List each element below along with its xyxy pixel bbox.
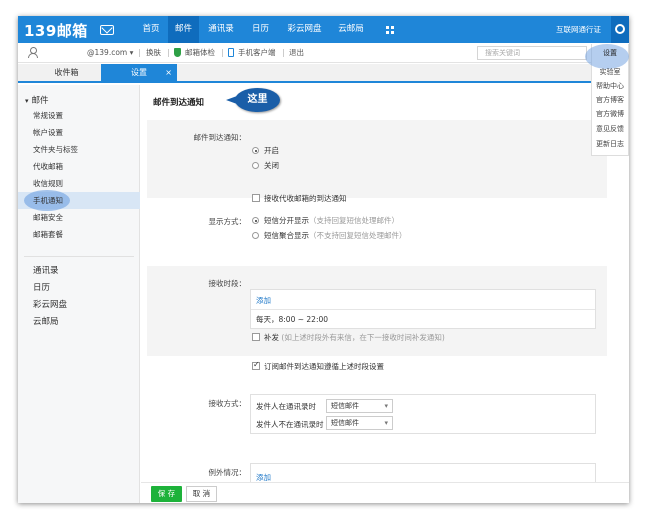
mail-icon[interactable] (100, 25, 114, 35)
arrival-on-label: 开启 (264, 146, 279, 155)
phone-icon (228, 48, 234, 57)
sidebar-item-security[interactable]: 邮箱安全 (33, 212, 63, 223)
divider (283, 49, 284, 57)
passport-link[interactable]: 互联网通行证 (556, 16, 601, 43)
period-value[interactable]: 每天，8:00 ~ 22:00 (256, 314, 328, 325)
nav-tab-mail[interactable]: 邮件 (168, 16, 199, 43)
divider (251, 309, 595, 310)
menu-item-settings[interactable]: 设置 (591, 48, 629, 58)
sidebar-app-calendar[interactable]: 日历 (33, 281, 50, 293)
subscribe-label: 订阅邮件到达通知遵循上述时段设置 (264, 362, 384, 371)
receive-collected-checkbox[interactable] (252, 194, 260, 202)
resend-label: 补发 (如上述时段外有来信，在下一接收时间补发通知) (264, 333, 445, 342)
arrival-off-radio[interactable] (252, 162, 259, 169)
arrival-off-label: 关闭 (264, 161, 279, 170)
logout-link[interactable]: 退出 (289, 43, 304, 63)
tab-bar: 收件箱 设置 × (18, 64, 629, 83)
page-title: 邮件到达通知 (153, 98, 205, 108)
sidebar-item-account[interactable]: 帐户设置 (33, 127, 63, 138)
method-row1-select[interactable]: 短信邮件 (326, 399, 393, 413)
cancel-button[interactable]: 取 消 (186, 486, 217, 502)
menu-item-weibo[interactable]: 官方微博 (591, 109, 629, 119)
divider (168, 49, 169, 57)
divider (141, 482, 629, 483)
method-row2-select[interactable]: 短信邮件 (326, 416, 393, 430)
main-content: 邮件到达通知 这里 邮件到达通知： 开启 关闭 接收代收邮箱的到达通知 显示方式… (141, 85, 629, 503)
arrival-on-radio[interactable] (252, 147, 259, 154)
nav-tab-calendar[interactable]: 日历 (245, 16, 276, 43)
sidebar-app-cloud-drive[interactable]: 彩云网盘 (33, 298, 67, 310)
receive-collected-label: 接收代收邮箱的到达通知 (264, 194, 347, 203)
display-label: 显示方式： (208, 217, 247, 226)
nav-tab-cloud-post[interactable]: 云邮局 (331, 16, 371, 43)
sidebar-item-package[interactable]: 邮箱套餐 (33, 229, 63, 240)
gear-icon (615, 24, 625, 34)
menu-item-help[interactable]: 帮助中心 (591, 81, 629, 91)
sidebar-item-mobile-notify[interactable]: 手机通知 (33, 195, 63, 206)
sidebar-group-mail[interactable]: 邮件 (25, 94, 49, 106)
arrival-label: 邮件到达通知： (193, 133, 247, 142)
divider (222, 49, 223, 57)
divider (139, 49, 140, 57)
divider (24, 256, 134, 257)
display-merged-label: 短信聚合显示（不支持回复短信处理邮件） (264, 231, 407, 240)
sidebar: 邮件 常规设置 帐户设置 文件夹与标签 代收邮箱 收信规则 手机通知 邮箱安全 … (18, 85, 140, 503)
tab-inbox[interactable]: 收件箱 (26, 64, 107, 81)
settings-gear-button[interactable] (611, 16, 629, 43)
exception-box: 添加 (250, 463, 596, 483)
sidebar-item-rules[interactable]: 收信规则 (33, 178, 63, 189)
subscribe-checkbox[interactable] (252, 360, 260, 370)
resend-checkbox[interactable] (252, 333, 260, 341)
period-label: 接收时段： (208, 279, 247, 288)
tab-settings-label: 设置 (131, 68, 147, 77)
sidebar-app-contacts[interactable]: 通讯录 (33, 264, 59, 276)
search-input[interactable]: 搜索关键词 (477, 46, 587, 60)
save-button[interactable]: 保 存 (151, 486, 182, 502)
callout-badge: 这里 (226, 88, 280, 112)
method-row2-label: 发件人不在通讯录时 (256, 420, 324, 429)
mailbox-check-link[interactable]: 邮箱体检 (185, 43, 215, 63)
nav-tab-home[interactable]: 首页 (134, 16, 168, 43)
period-add-link[interactable]: 添加 (256, 295, 271, 306)
mobile-client-link[interactable]: 手机客户端 (238, 43, 276, 63)
top-nav: 139邮箱 首页 邮件 通讯录 日历 彩云网盘 云邮局 互联网通行证 (18, 16, 629, 43)
sidebar-app-cloud-post[interactable]: 云邮局 (33, 315, 59, 327)
apps-grid-icon[interactable] (386, 26, 394, 34)
method-box: 发件人在通讯录时 短信邮件 发件人不在通讯录时 短信邮件 (250, 394, 596, 434)
account-selector[interactable]: @139.com ▾ (87, 43, 133, 63)
logo: 139邮箱 (24, 22, 88, 40)
app-window: 139邮箱 首页 邮件 通讯录 日历 彩云网盘 云邮局 互联网通行证 @139.… (18, 16, 629, 503)
user-bar: @139.com ▾ 换肤 邮箱体检 手机客户端 退出 搜索关键词 (18, 43, 629, 63)
method-label: 接收方式： (208, 399, 247, 408)
user-icon (28, 47, 38, 58)
nav-tab-contacts[interactable]: 通讯录 (201, 16, 241, 43)
display-merged-radio[interactable] (252, 232, 259, 239)
display-separate-radio[interactable] (252, 217, 259, 224)
close-icon[interactable]: × (165, 64, 172, 81)
sidebar-item-general[interactable]: 常规设置 (33, 110, 63, 121)
display-separate-label: 短信分开显示（支持回复短信处理邮件） (264, 216, 399, 225)
skin-link[interactable]: 换肤 (146, 43, 161, 63)
menu-item-changelog[interactable]: 更新日志 (591, 139, 629, 149)
menu-item-feedback[interactable]: 意见反馈 (591, 124, 629, 134)
menu-item-lab[interactable]: 实验室 (591, 67, 629, 77)
method-row1-label: 发件人在通讯录时 (256, 402, 316, 411)
sidebar-item-folders[interactable]: 文件夹与标签 (33, 144, 78, 155)
shield-icon (174, 48, 181, 57)
sidebar-item-collected[interactable]: 代收邮箱 (33, 161, 63, 172)
nav-tab-cloud-drive[interactable]: 彩云网盘 (281, 16, 328, 43)
exception-label: 例外情况： (208, 468, 247, 477)
period-box: 添加 每天，8:00 ~ 22:00 (250, 289, 596, 329)
menu-item-blog[interactable]: 官方博客 (591, 95, 629, 105)
tab-settings[interactable]: 设置 × (101, 64, 177, 81)
